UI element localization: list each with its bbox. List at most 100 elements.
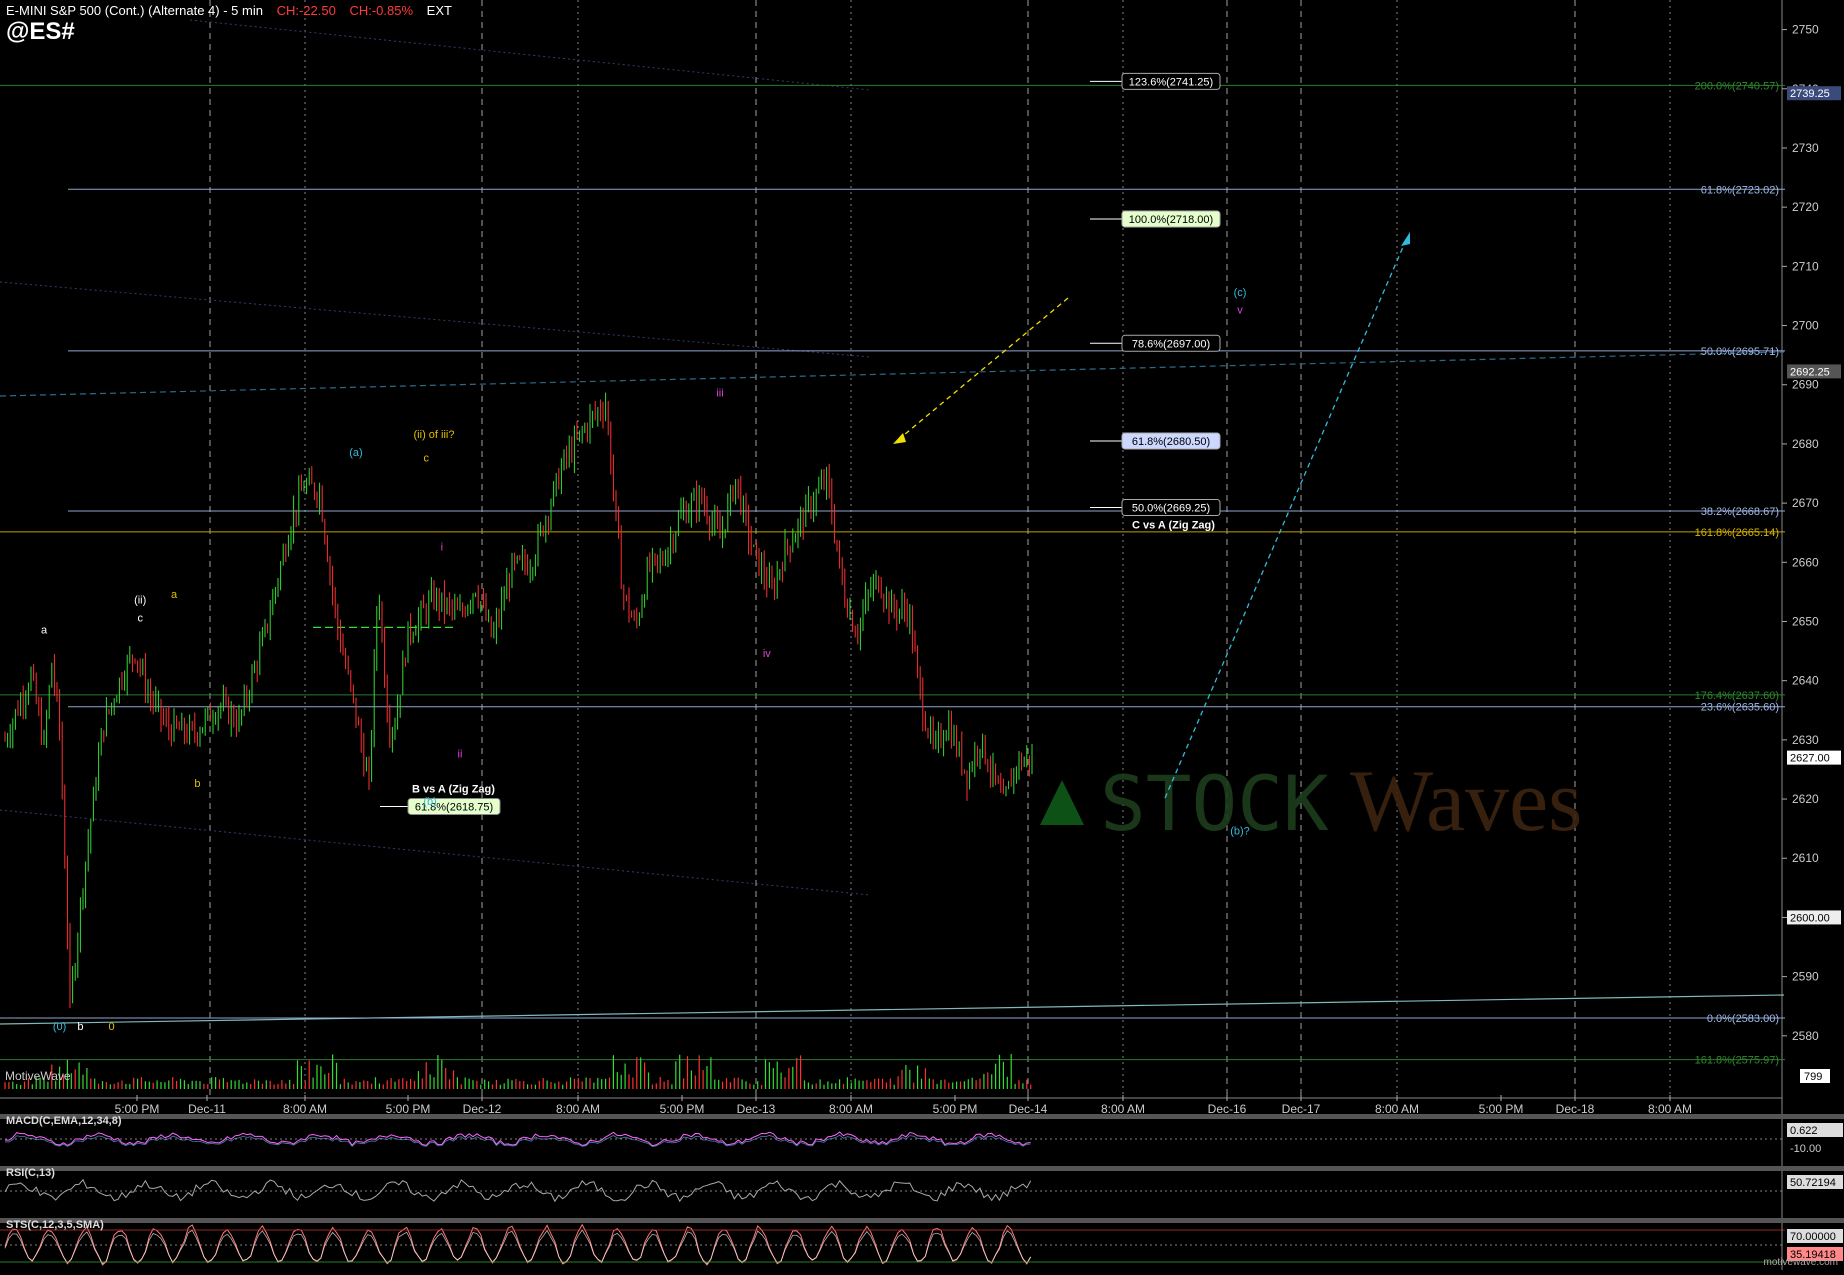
watermark-triangle bbox=[1040, 780, 1084, 825]
indicator-name: MACD(C,EMA,12,34,8) bbox=[6, 1115, 122, 1127]
wave-label: i bbox=[441, 541, 443, 553]
fib-level-label: 38.2%(2668.67) bbox=[1701, 506, 1779, 518]
wave-label: c bbox=[137, 612, 143, 624]
projection-label: 78.6%(2697.00) bbox=[1132, 338, 1210, 350]
x-tick-label: 5:00 PM bbox=[660, 1102, 705, 1116]
y-tick-label: 2620 bbox=[1792, 792, 1819, 806]
indicator-trace bbox=[4, 1178, 1032, 1203]
x-tick-label: 8:00 AM bbox=[1101, 1102, 1145, 1116]
price-badge-label: 2692.25 bbox=[1790, 366, 1830, 378]
fib-level-label: 176.4%(2637.60) bbox=[1695, 690, 1779, 702]
fib-level-label: 161.8%(2575.97) bbox=[1695, 1055, 1779, 1067]
y-tick-label: 2610 bbox=[1792, 851, 1819, 865]
wave-label: (b) bbox=[423, 796, 436, 808]
wave-label: (b)? bbox=[1230, 826, 1250, 838]
indicator-signal bbox=[4, 1229, 1032, 1265]
x-tick-label: 5:00 PM bbox=[386, 1102, 431, 1116]
panel-separator bbox=[0, 1166, 1844, 1171]
projection-label: 100.0%(2718.00) bbox=[1129, 214, 1213, 226]
y-tick-label: 2660 bbox=[1792, 555, 1819, 569]
watermark-waves: Waves bbox=[1350, 753, 1582, 850]
y-tick-label: 2670 bbox=[1792, 496, 1819, 510]
wave-label: c bbox=[423, 453, 429, 465]
x-tick-label: Dec-14 bbox=[1009, 1102, 1048, 1116]
y-tick-label: 2710 bbox=[1792, 259, 1819, 273]
y-tick-label: 2730 bbox=[1792, 141, 1819, 155]
x-tick-label: 5:00 PM bbox=[1479, 1102, 1524, 1116]
trend-line bbox=[0, 809, 871, 896]
symbol-label: @ES# bbox=[6, 18, 75, 45]
wave-label: (ii) bbox=[134, 595, 146, 607]
y-tick-label: 2700 bbox=[1792, 319, 1819, 333]
change-percent: CH:-0.85% bbox=[349, 3, 414, 18]
session-type: EXT bbox=[426, 3, 452, 18]
trend-line bbox=[0, 281, 871, 358]
price-badge-label: 2627.00 bbox=[1790, 753, 1830, 765]
indicator-value: 50.72194 bbox=[1790, 1177, 1836, 1189]
y-tick-label: 2590 bbox=[1792, 970, 1819, 984]
change-value: CH:-22.50 bbox=[276, 3, 336, 18]
provider-watermark: MotiveWave bbox=[5, 1069, 71, 1083]
x-tick-label: 8:00 AM bbox=[283, 1102, 327, 1116]
wave-label: v bbox=[1237, 305, 1243, 317]
wave-label: (a) bbox=[349, 447, 362, 459]
b-projection-title: B vs A (Zig Zag) bbox=[412, 783, 495, 795]
y-tick-label: 2630 bbox=[1792, 733, 1819, 747]
wave-label: (0) bbox=[53, 1021, 66, 1033]
indicator-value: 70.00000 bbox=[1790, 1231, 1836, 1243]
fib-level-label: 0.0%(2583.00) bbox=[1707, 1013, 1779, 1025]
projection-title: C vs A (Zig Zag) bbox=[1132, 520, 1215, 532]
y-tick-label: 2650 bbox=[1792, 614, 1819, 628]
x-tick-label: 8:00 AM bbox=[556, 1102, 600, 1116]
projection-label: 50.0%(2669.25) bbox=[1132, 503, 1210, 515]
x-tick-label: Dec-13 bbox=[737, 1102, 776, 1116]
x-tick-label: Dec-16 bbox=[1208, 1102, 1247, 1116]
trend-line bbox=[189, 19, 871, 91]
fib-level-label: 200.0%(2740.57) bbox=[1695, 80, 1779, 92]
wave-label: (ii) of iii? bbox=[414, 429, 455, 441]
wave-label: 0 bbox=[109, 1021, 115, 1033]
price-chart[interactable]: 2580259026002610262026302640265026602670… bbox=[0, 0, 1844, 1270]
fib-level-label: 161.8%(2665.14) bbox=[1695, 527, 1779, 539]
indicator-name: RSI(C,13) bbox=[6, 1167, 55, 1179]
x-tick-label: Dec-12 bbox=[463, 1102, 502, 1116]
projection-label: 61.8%(2680.50) bbox=[1132, 436, 1210, 448]
x-tick-label: 5:00 PM bbox=[115, 1102, 160, 1116]
price-badge-label: 2600.00 bbox=[1790, 912, 1830, 924]
price-badge-label: 2739.25 bbox=[1790, 88, 1830, 100]
wave-label: (c) bbox=[1234, 287, 1247, 299]
wave-label: a bbox=[41, 624, 48, 636]
y-tick-label: 2750 bbox=[1792, 23, 1819, 37]
y-tick-label: 2640 bbox=[1792, 674, 1819, 688]
x-tick-label: Dec-18 bbox=[1556, 1102, 1595, 1116]
y-tick-label: 2690 bbox=[1792, 378, 1819, 392]
watermark-stock: STOCK bbox=[1100, 759, 1329, 848]
cyan-arrow-head bbox=[1401, 232, 1410, 246]
base-trend-line bbox=[0, 994, 1785, 1025]
wave-label: b bbox=[77, 1021, 83, 1033]
channel-line bbox=[0, 351, 1785, 397]
chart-header: E-MINI S&P 500 (Cont.) (Alternate 4) - 5… bbox=[6, 3, 452, 18]
fib-level-label: 23.6%(2635.60) bbox=[1701, 702, 1779, 714]
yellow-arrow-head bbox=[893, 433, 906, 444]
x-tick-label: Dec-11 bbox=[188, 1102, 226, 1116]
indicator-value: 0.622 bbox=[1790, 1125, 1818, 1137]
y-tick-label: 2680 bbox=[1792, 437, 1819, 451]
y-tick-label: 2720 bbox=[1792, 200, 1819, 214]
fib-level-label: 61.8%(2723.02) bbox=[1701, 184, 1779, 196]
x-tick-label: Dec-17 bbox=[1282, 1102, 1321, 1116]
indicator-value: -10.00 bbox=[1790, 1143, 1821, 1155]
y-tick-label: 2580 bbox=[1792, 1029, 1819, 1043]
x-tick-label: 5:00 PM bbox=[933, 1102, 978, 1116]
volume-badge-label: 799 bbox=[1804, 1071, 1822, 1083]
brand-footer: motivewave.com bbox=[1763, 1257, 1838, 1268]
wave-label: b bbox=[194, 778, 200, 790]
wave-label: ii bbox=[458, 749, 463, 761]
wave-label: iv bbox=[763, 648, 771, 660]
fib-level-label: 50.0%(2695.71) bbox=[1701, 346, 1779, 358]
x-tick-label: 8:00 AM bbox=[1375, 1102, 1419, 1116]
chart-stage: 2580259026002610262026302640265026602670… bbox=[0, 0, 1844, 1270]
candles bbox=[4, 392, 1033, 1008]
projection-label: 123.6%(2741.25) bbox=[1129, 76, 1213, 88]
panel-separator bbox=[0, 1114, 1844, 1119]
